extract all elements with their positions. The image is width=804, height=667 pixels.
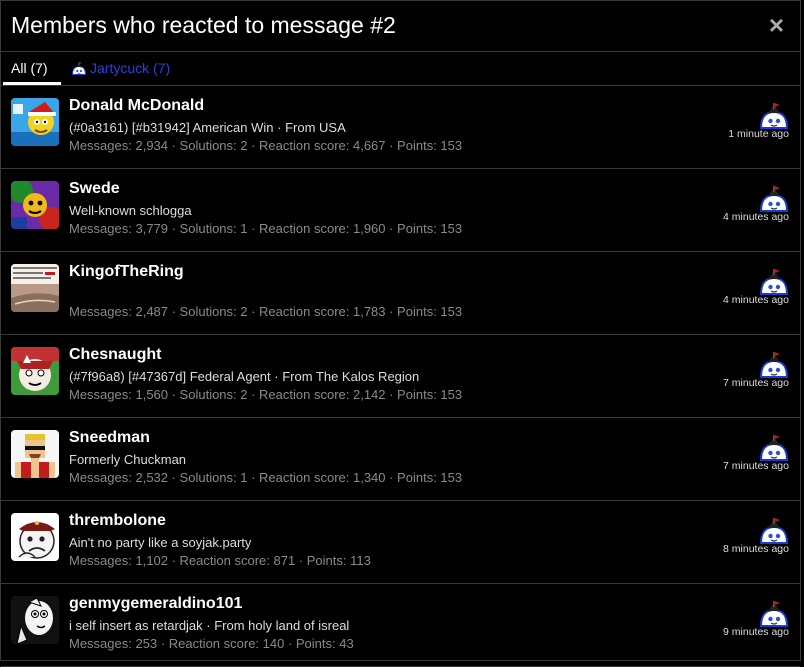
member-name[interactable]: KingofTheRing — [69, 263, 184, 281]
member-stats: Messages: 3,779 · Solutions: 1 · Reactio… — [69, 221, 463, 236]
list-item: Donald McDonald (#0a3161) [#b31942] Amer… — [1, 86, 800, 169]
avatar[interactable] — [11, 264, 59, 312]
list-item: thrembolone Ain't no party like a soyjak… — [1, 501, 800, 584]
active-tab-indicator — [3, 82, 61, 85]
jartycuck-reaction-icon — [759, 601, 789, 627]
member-stats: Messages: 1,102 · Reaction score: 871 · … — [69, 553, 371, 568]
member-title: (#0a3161) [#b31942] American Win · From … — [69, 120, 346, 135]
tab-all-label: All (7) — [11, 60, 48, 76]
member-stats: Messages: 1,560 · Solutions: 2 · Reactio… — [69, 387, 463, 402]
avatar[interactable] — [11, 596, 59, 644]
jartycuck-reaction-icon — [759, 269, 789, 295]
member-name[interactable]: genmygemeraldino101 — [69, 595, 242, 613]
member-title: (#7f96a8) [#47367d] Federal Agent · From… — [69, 369, 420, 384]
avatar[interactable] — [11, 513, 59, 561]
avatar[interactable] — [11, 430, 59, 478]
reaction-time: 1 minute ago — [728, 128, 789, 140]
member-stats: Messages: 2,532 · Solutions: 1 · Reactio… — [69, 470, 463, 485]
reactions-dialog: Members who reacted to message #2 × All … — [0, 0, 801, 667]
list-item: genmygemeraldino101 i self insert as ret… — [1, 584, 800, 667]
dialog-header: Members who reacted to message #2 × — [1, 1, 800, 52]
jartycuck-reaction-icon — [71, 62, 87, 75]
member-stats: Messages: 253 · Reaction score: 140 · Po… — [69, 636, 354, 651]
reaction-tabs: All (7) Jartycuck (7) — [1, 52, 800, 86]
close-icon[interactable]: × — [769, 12, 784, 38]
list-item: KingofTheRing Messages: 2,487 · Solution… — [1, 252, 800, 335]
dialog-title: Members who reacted to message #2 — [11, 12, 396, 38]
member-title: Formerly Chuckman — [69, 452, 187, 467]
member-name[interactable]: Swede — [69, 180, 120, 198]
list-item: Chesnaught (#7f96a8) [#47367d] Federal A… — [1, 335, 800, 418]
member-name[interactable]: thrembolone — [69, 512, 166, 530]
jartycuck-reaction-icon — [759, 352, 789, 378]
member-list: Donald McDonald (#0a3161) [#b31942] Amer… — [1, 86, 800, 667]
member-name[interactable]: Donald McDonald — [69, 97, 204, 115]
reaction-time: 8 minutes ago — [723, 543, 789, 555]
reaction-time: 7 minutes ago — [723, 460, 789, 472]
member-title: i self insert as retardjak · From holy l… — [69, 618, 350, 633]
member-title: Well-known schlogga — [69, 203, 192, 218]
tab-jartycuck[interactable]: Jartycuck (7) — [71, 60, 170, 76]
jartycuck-reaction-icon — [759, 435, 789, 461]
avatar[interactable] — [11, 181, 59, 229]
tab-jartycuck-label: Jartycuck (7) — [90, 60, 171, 76]
reaction-time: 9 minutes ago — [723, 626, 789, 638]
tab-all[interactable]: All (7) — [11, 60, 48, 76]
jartycuck-reaction-icon — [759, 186, 789, 212]
jartycuck-reaction-icon — [759, 518, 789, 544]
list-item: Sneedman Formerly Chuckman Messages: 2,5… — [1, 418, 800, 501]
member-title: Ain't no party like a soyjak.party — [69, 535, 252, 550]
reaction-time: 4 minutes ago — [723, 211, 789, 223]
list-item: Swede Well-known schlogga Messages: 3,77… — [1, 169, 800, 252]
reaction-time: 4 minutes ago — [723, 294, 789, 306]
member-stats: Messages: 2,934 · Solutions: 2 · Reactio… — [69, 138, 463, 153]
jartycuck-reaction-icon — [759, 103, 789, 129]
avatar[interactable] — [11, 98, 59, 146]
reaction-time: 7 minutes ago — [723, 377, 789, 389]
avatar[interactable] — [11, 347, 59, 395]
member-name[interactable]: Sneedman — [69, 429, 150, 447]
member-name[interactable]: Chesnaught — [69, 346, 161, 364]
member-stats: Messages: 2,487 · Solutions: 2 · Reactio… — [69, 304, 463, 319]
